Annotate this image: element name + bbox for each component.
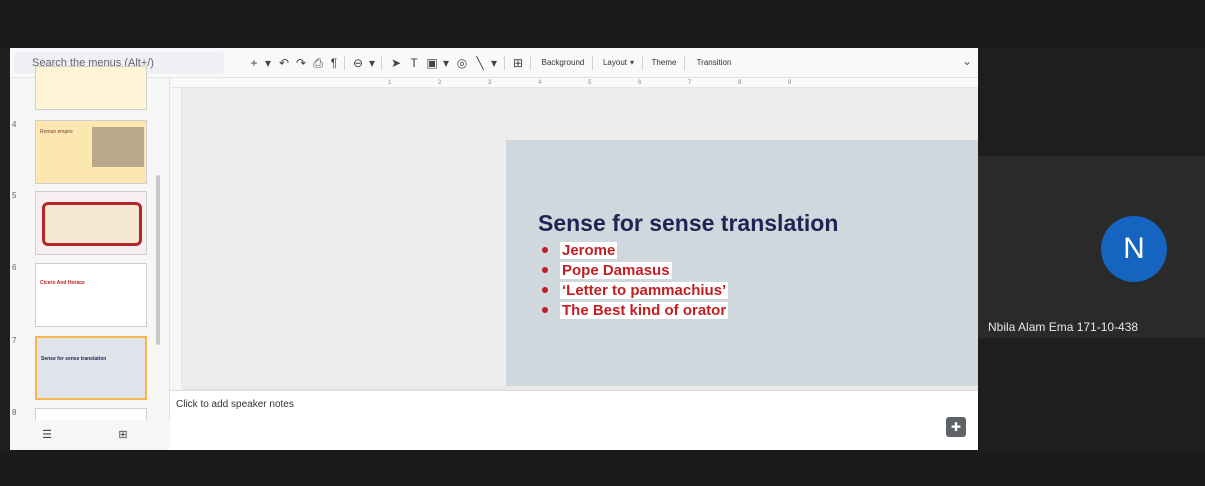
explore-icon[interactable]: ✚: [946, 417, 966, 437]
bullet-text: The Best kind of orator: [560, 301, 729, 319]
undo-icon[interactable]: ↶: [276, 54, 292, 72]
background-button[interactable]: Background: [538, 54, 588, 72]
print-icon[interactable]: ⎙: [310, 54, 326, 72]
vertical-ruler: [170, 88, 182, 388]
slide-number: 8: [12, 408, 17, 417]
participants-panel: N Nbila Alam Ema 171-10-438: [978, 48, 1205, 450]
participant-name: Nbila Alam Ema 171-10-438: [988, 320, 1139, 334]
slide-thumbnail-6[interactable]: Cicero And Horace: [35, 263, 147, 327]
speaker-notes-placeholder[interactable]: Click to add speaker notes: [176, 399, 294, 410]
slides-toolbar: Search the menus (Alt+/) + ▾ ↶ ↷ ⎙ ¶ ⊖ ▾…: [10, 48, 978, 78]
bullet-text: Jerome: [560, 241, 618, 259]
bullet-text: ‘Letter to pammachius’: [560, 281, 729, 299]
slide-title[interactable]: Sense for sense translation: [538, 210, 838, 237]
bullet-item: Pope Damasus: [538, 260, 728, 280]
ruler-number: 9: [788, 80, 792, 86]
chevron-down-icon[interactable]: ▾: [260, 54, 276, 72]
thumbnail-title: Roman empire: [40, 129, 73, 135]
redo-icon[interactable]: ↷: [293, 54, 309, 72]
ruler-number: 6: [638, 80, 642, 86]
view-switcher: ☰ ⊞: [10, 420, 170, 450]
theme-button[interactable]: Theme: [648, 54, 680, 72]
layout-button[interactable]: Layout: [598, 54, 632, 72]
bullet-item: The Best kind of orator: [538, 300, 729, 320]
slide-thumbnail-3[interactable]: [35, 66, 147, 110]
ruler-number: 1: [388, 80, 392, 86]
slide-number: 5: [12, 191, 17, 200]
ruler-number: 5: [588, 80, 592, 86]
meeting-screen: Search the menus (Alt+/) + ▾ ↶ ↷ ⎙ ¶ ⊖ ▾…: [0, 0, 1205, 486]
bottom-bar: [0, 450, 1205, 486]
thumbnails-scrollbar[interactable]: [156, 175, 160, 345]
slide-thumbnails-panel: 4 Roman empire 5 6 Cicero And Horace 7 S…: [10, 66, 170, 450]
paint-format-icon[interactable]: ¶: [326, 54, 342, 72]
slide-number: 4: [12, 120, 17, 129]
layout-dropdown-icon[interactable]: ▾: [628, 54, 636, 72]
slide-thumbnail-5[interactable]: [35, 191, 147, 255]
ruler-number: 7: [688, 80, 692, 86]
shape-icon[interactable]: ◎: [454, 54, 470, 72]
bullet-text: Pope Damasus: [560, 261, 672, 279]
slide-thumbnail-7[interactable]: Sense for sense translation: [35, 336, 147, 400]
grid-view-icon[interactable]: ⊞: [116, 428, 130, 442]
shared-slides-window: Search the menus (Alt+/) + ▾ ↶ ↷ ⎙ ¶ ⊖ ▾…: [10, 48, 978, 450]
thumbnail-image: [92, 127, 144, 167]
speaker-notes-panel[interactable]: Click to add speaker notes ✚: [170, 390, 978, 450]
thumbnail-title: Cicero And Horace: [40, 280, 85, 286]
image-dropdown-icon[interactable]: ▾: [438, 54, 454, 72]
ruler-number: 4: [538, 80, 542, 86]
bullet-item: Jerome: [538, 240, 728, 260]
slide-number: 7: [12, 336, 17, 345]
ruler-number: 3: [488, 80, 492, 86]
bullet-dot-icon: [542, 287, 548, 293]
ruler-number: 2: [438, 80, 442, 86]
book-image: [42, 202, 142, 246]
current-slide[interactable]: Sense for sense translation Jerome Pope …: [506, 140, 978, 414]
slide-number: 6: [12, 263, 17, 272]
participant-avatar: N: [1101, 216, 1167, 282]
bullet-item: ‘Letter to pammachius’: [538, 280, 729, 300]
slide-bullet-list[interactable]: Jerome Pope Damasus ‘Letter to pammachiu…: [538, 240, 729, 320]
slide-thumbnail-4[interactable]: Roman empire: [35, 120, 147, 184]
horizontal-ruler: 1 2 3 4 5 6 7 8 9: [170, 78, 978, 88]
select-cursor-icon[interactable]: ➤: [388, 54, 404, 72]
bullet-dot-icon: [542, 267, 548, 273]
line-dropdown-icon[interactable]: ▾: [486, 54, 502, 72]
zoom-dropdown-icon[interactable]: ▾: [364, 54, 380, 72]
top-bar: [0, 0, 1205, 48]
ruler-number: 8: [738, 80, 742, 86]
textbox-icon[interactable]: T: [406, 54, 422, 72]
collapse-chevron-icon[interactable]: ⌄: [962, 54, 972, 68]
comment-icon[interactable]: ⊞: [510, 54, 526, 72]
thumbnail-title: Sense for sense translation: [41, 356, 107, 362]
participant-tile[interactable]: N Nbila Alam Ema 171-10-438: [978, 156, 1205, 338]
filmstrip-view-icon[interactable]: ☰: [40, 428, 54, 442]
transition-button[interactable]: Transition: [690, 54, 738, 72]
bullet-dot-icon: [542, 247, 548, 253]
slide-canvas-area: Sense for sense translation Jerome Pope …: [182, 88, 978, 414]
bullet-dot-icon: [542, 307, 548, 313]
